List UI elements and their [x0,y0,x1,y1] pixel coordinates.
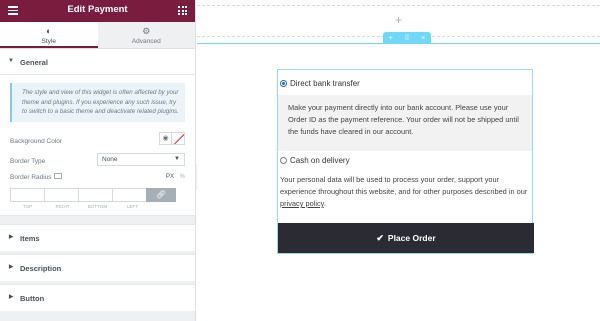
section-items-label: Items [20,233,40,243]
tab-style-label: Style [41,38,56,45]
background-color-control: Background Color ◉ [10,131,185,152]
dim-label-bottom: BOTTOM [87,203,108,209]
dim-label-left: LEFT [126,203,138,209]
radius-dimension-labels: TOP RIGHT BOTTOM LEFT [10,204,185,209]
caret-right-icon: ▶ [9,263,14,270]
add-column-icon[interactable]: + [389,35,393,42]
section-handle[interactable]: + ⠿ × [383,32,431,44]
add-section-icon[interactable]: + [197,14,600,26]
delete-section-icon[interactable]: × [421,35,425,42]
payment-option-bank-transfer[interactable]: Direct bank transfer [280,79,360,88]
border-type-control: Border Type None ▼ [10,152,185,172]
empty-color-swatch[interactable] [172,131,185,145]
bank-transfer-label[interactable]: Direct bank transfer [290,79,360,88]
place-order-label: Place Order [387,233,436,243]
panel-header: Edit Payment [0,0,195,22]
border-radius-label: Border Radius [10,173,52,181]
section-general-toggle[interactable]: ▼ General [0,49,195,75]
drag-handle-icon[interactable]: ⠿ [404,34,409,42]
place-order-button[interactable]: ✔ Place Order [278,223,534,253]
dim-label-right: RIGHT [55,203,70,209]
theme-notice: The style and view of this widget is oft… [10,83,185,122]
global-colors-icon[interactable]: ◉ [159,131,172,145]
editor-canvas: + + ⠿ × Direct bank transfer Make your p… [197,0,600,321]
panel-tabs: ◐ Style ⚙ Advanced [0,22,195,49]
privacy-end: . [323,199,326,208]
desktop-icon[interactable] [54,172,62,179]
check-icon: ✔ [376,232,384,243]
link-values-icon[interactable]: 🔗︎ [146,187,176,202]
section-description-toggle[interactable]: ▶ Description [0,253,195,281]
section-items-toggle[interactable]: ▶ Items [0,223,195,251]
caret-right-icon: ▶ [9,233,14,240]
privacy-text: Your personal data will be used to proce… [280,175,528,196]
section-general-label: General [20,58,48,67]
radius-dimensions: 🔗︎ [10,187,185,202]
caret-down-icon: ▼ [8,58,14,64]
border-type-label: Border Type [10,157,46,165]
radius-left-input[interactable] [112,187,147,202]
background-color-label: Background Color [10,137,63,145]
border-type-select[interactable]: None ▼ [97,152,185,166]
tab-advanced[interactable]: ⚙ Advanced [97,22,195,48]
chevron-down-icon: ▼ [174,155,180,162]
border-radius-control: Border Radius PX % [10,172,185,186]
radio-bank-transfer[interactable] [280,80,287,87]
unit-switcher[interactable]: PX % [162,174,185,180]
color-picker[interactable]: ◉ [159,131,185,145]
radio-cash-on-delivery[interactable] [280,157,287,164]
unit-percent[interactable]: % [180,174,185,180]
tab-style[interactable]: ◐ Style [0,22,98,48]
unit-px[interactable]: PX [166,174,174,180]
section-general-body: The style and view of this widget is oft… [0,75,195,216]
privacy-policy-link[interactable]: privacy policy [280,199,324,208]
radius-bottom-input[interactable] [78,187,113,202]
widgets-grid-icon[interactable] [178,6,187,15]
privacy-notice: Your personal data will be used to proce… [278,174,532,210]
gear-icon: ⚙ [142,26,151,36]
dim-label-top: TOP [22,203,33,209]
editor-panel: Edit Payment ◐ Style ⚙ Advanced ▼ Genera… [0,0,196,321]
half-circle-icon: ◐ [46,26,52,36]
panel-title: Edit Payment [67,4,128,15]
border-type-value: None [102,155,118,163]
caret-right-icon: ▶ [9,293,14,300]
cash-on-delivery-label[interactable]: Cash on delivery [290,156,350,165]
section-button-label: Button [20,293,45,303]
radius-top-input[interactable] [10,187,45,202]
section-description-label: Description [20,263,62,273]
section-button-toggle[interactable]: ▶ Button [0,283,195,311]
tab-advanced-label: Advanced [131,38,161,45]
bank-transfer-description: Make your payment directly into our bank… [278,95,532,151]
payment-widget[interactable]: Direct bank transfer Make your payment d… [277,69,534,254]
payment-option-cod[interactable]: Cash on delivery [280,156,350,165]
radius-right-input[interactable] [44,187,79,202]
